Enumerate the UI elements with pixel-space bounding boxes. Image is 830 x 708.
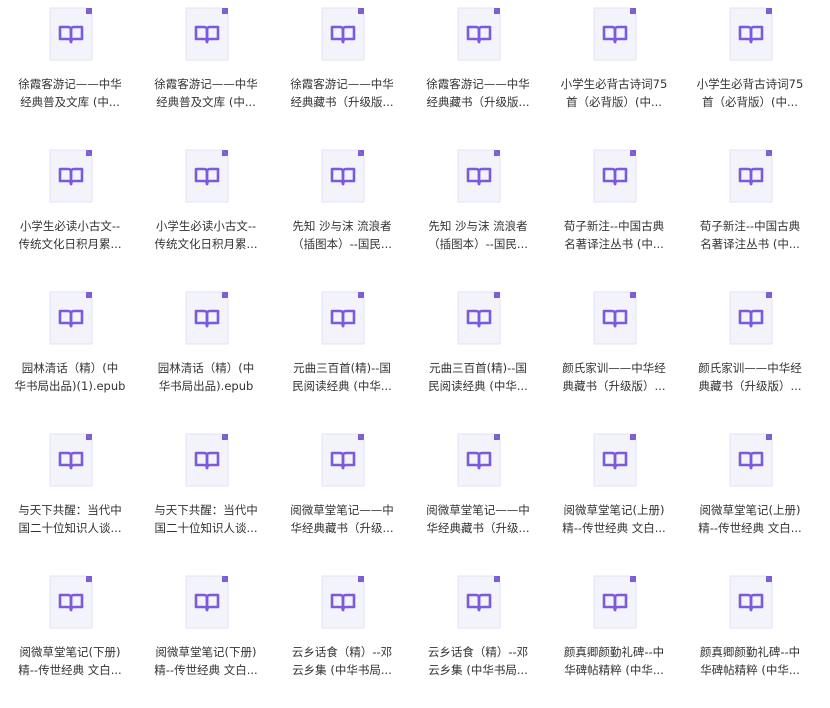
file-name: 先知 沙与沫 流浪者 （插图本）--国民... (292, 219, 392, 251)
book-file-icon (729, 149, 773, 203)
file-item[interactable]: 颜氏家训——中华经 典藏书（升级版）... (546, 284, 682, 424)
file-name: 徐霞客游记——中华 经典普及文库 (中... (18, 77, 122, 109)
file-name: 小学生必背古诗词75 首（必背版）(中... (560, 77, 668, 109)
file-item[interactable]: 徐霞客游记——中华 经典藏书（升级版... (274, 0, 410, 140)
file-item[interactable]: 元曲三百首(精)--国 民阅读经典 (中华... (274, 284, 410, 424)
book-file-icon (185, 575, 229, 629)
file-name: 颜氏家训——中华经 典藏书（升级版）... (698, 361, 802, 393)
file-name: 阅微草堂笔记——中 华经典藏书（升级... (426, 503, 530, 535)
file-item[interactable]: 云乡话食（精）--邓 云乡集 (中华书局... (274, 568, 410, 708)
book-file-icon (185, 433, 229, 487)
file-item[interactable]: 荀子新注--中国古典 名著译注丛书 (中... (546, 142, 682, 282)
book-file-icon (321, 291, 365, 345)
file-item[interactable]: 阅微草堂笔记(上册) 精--传世经典 文白... (546, 426, 682, 566)
file-name: 阅微草堂笔记——中 华经典藏书（升级... (290, 503, 394, 535)
book-file-icon (49, 575, 93, 629)
book-file-icon (185, 149, 229, 203)
file-item[interactable]: 阅微草堂笔记(下册) 精--传世经典 文白... (138, 568, 274, 708)
file-name: 小学生必背古诗词75 首（必背版）(中... (696, 77, 804, 109)
file-item[interactable]: 荀子新注--中国古典 名著译注丛书 (中... (682, 142, 818, 282)
file-item[interactable]: 先知 沙与沫 流浪者 （插图本）--国民... (410, 142, 546, 282)
file-item[interactable]: 小学生必背古诗词75 首（必背版）(中... (682, 0, 818, 140)
book-file-icon (457, 7, 501, 61)
file-item[interactable]: 阅微草堂笔记——中 华经典藏书（升级... (274, 426, 410, 566)
book-file-icon (593, 433, 637, 487)
file-item[interactable]: 小学生必读小古文-- 传统文化日积月累... (138, 142, 274, 282)
file-item[interactable]: 小学生必背古诗词75 首（必背版）(中... (546, 0, 682, 140)
file-item[interactable]: 云乡话食（精）--邓 云乡集 (中华书局... (410, 568, 546, 708)
file-name: 园林清话（精）(中 华书局出品)(1).epub (14, 361, 126, 393)
file-item[interactable]: 颜真卿颜勤礼碑--中 华碑帖精粹 (中华... (546, 568, 682, 708)
book-file-icon (593, 575, 637, 629)
book-file-icon (729, 291, 773, 345)
file-name: 颜真卿颜勤礼碑--中 华碑帖精粹 (中华... (563, 645, 665, 677)
file-name: 与天下共醒：当代中 国二十位知识人谈... (154, 503, 258, 535)
file-name: 阅微草堂笔记(下册) 精--传世经典 文白... (18, 645, 122, 677)
file-name: 云乡话食（精）--邓 云乡集 (中华书局... (291, 645, 393, 677)
file-item[interactable]: 与天下共醒：当代中 国二十位知识人谈... (2, 426, 138, 566)
book-file-icon (321, 433, 365, 487)
file-name: 荀子新注--中国古典 名著译注丛书 (中... (699, 219, 801, 251)
book-file-icon (49, 149, 93, 203)
file-item[interactable]: 阅微草堂笔记——中 华经典藏书（升级... (410, 426, 546, 566)
file-name: 阅微草堂笔记(上册) 精--传世经典 文白... (698, 503, 802, 535)
file-item[interactable]: 与天下共醒：当代中 国二十位知识人谈... (138, 426, 274, 566)
book-file-icon (729, 7, 773, 61)
file-item[interactable]: 阅微草堂笔记(上册) 精--传世经典 文白... (682, 426, 818, 566)
file-item[interactable]: 徐霞客游记——中华 经典普及文库 (中... (138, 0, 274, 140)
file-name: 徐霞客游记——中华 经典藏书（升级版... (426, 77, 530, 109)
file-name: 园林清话（精）(中 华书局出品).epub (157, 361, 255, 393)
file-item[interactable]: 元曲三百首(精)--国 民阅读经典 (中华... (410, 284, 546, 424)
book-file-icon (729, 575, 773, 629)
file-name: 荀子新注--中国古典 名著译注丛书 (中... (563, 219, 665, 251)
file-item[interactable]: 园林清话（精）(中 华书局出品).epub (138, 284, 274, 424)
book-file-icon (457, 433, 501, 487)
book-file-icon (321, 149, 365, 203)
book-file-icon (457, 291, 501, 345)
file-name: 元曲三百首(精)--国 民阅读经典 (中华... (428, 361, 528, 393)
file-name: 徐霞客游记——中华 经典藏书（升级版... (290, 77, 394, 109)
book-file-icon (593, 291, 637, 345)
file-item[interactable]: 颜真卿颜勤礼碑--中 华碑帖精粹 (中华... (682, 568, 818, 708)
book-file-icon (729, 433, 773, 487)
file-name: 先知 沙与沫 流浪者 （插图本）--国民... (428, 219, 528, 251)
book-file-icon (49, 7, 93, 61)
file-item[interactable]: 阅微草堂笔记(下册) 精--传世经典 文白... (2, 568, 138, 708)
file-name: 阅微草堂笔记(上册) 精--传世经典 文白... (562, 503, 666, 535)
file-item[interactable]: 徐霞客游记——中华 经典藏书（升级版... (410, 0, 546, 140)
book-file-icon (185, 7, 229, 61)
file-name: 阅微草堂笔记(下册) 精--传世经典 文白... (154, 645, 258, 677)
file-name: 云乡话食（精）--邓 云乡集 (中华书局... (427, 645, 529, 677)
file-grid: 徐霞客游记——中华 经典普及文库 (中... 徐霞客游记——中华 经典普及文库 (… (0, 0, 830, 701)
book-file-icon (457, 575, 501, 629)
file-name: 与天下共醒：当代中 国二十位知识人谈... (18, 503, 122, 535)
file-name: 小学生必读小古文-- 传统文化日积月累... (154, 219, 258, 251)
book-file-icon (593, 149, 637, 203)
book-file-icon (457, 149, 501, 203)
file-name: 徐霞客游记——中华 经典普及文库 (中... (154, 77, 258, 109)
file-item[interactable]: 先知 沙与沫 流浪者 （插图本）--国民... (274, 142, 410, 282)
file-item[interactable]: 小学生必读小古文-- 传统文化日积月累... (2, 142, 138, 282)
book-file-icon (593, 7, 637, 61)
book-file-icon (321, 575, 365, 629)
book-file-icon (321, 7, 365, 61)
file-item[interactable]: 颜氏家训——中华经 典藏书（升级版）... (682, 284, 818, 424)
file-name: 颜真卿颜勤礼碑--中 华碑帖精粹 (中华... (699, 645, 801, 677)
file-name: 颜氏家训——中华经 典藏书（升级版）... (562, 361, 666, 393)
file-name: 小学生必读小古文-- 传统文化日积月累... (18, 219, 122, 251)
file-name: 元曲三百首(精)--国 民阅读经典 (中华... (292, 361, 392, 393)
file-item[interactable]: 徐霞客游记——中华 经典普及文库 (中... (2, 0, 138, 140)
book-file-icon (49, 433, 93, 487)
file-item[interactable]: 园林清话（精）(中 华书局出品)(1).epub (2, 284, 138, 424)
book-file-icon (49, 291, 93, 345)
book-file-icon (185, 291, 229, 345)
